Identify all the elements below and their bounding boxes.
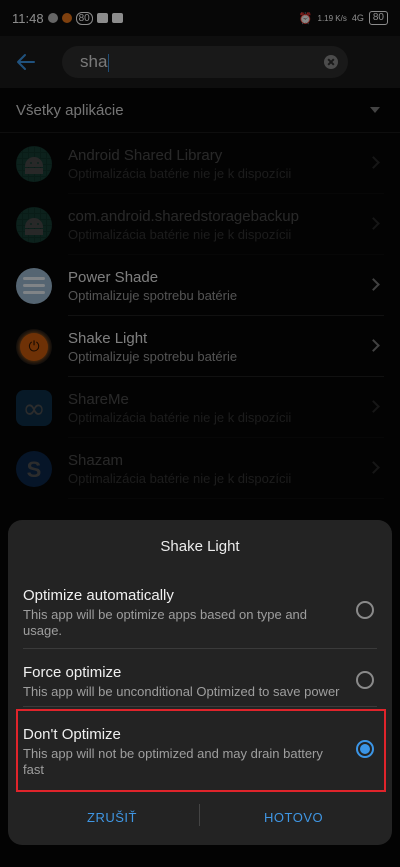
button-divider xyxy=(199,804,200,826)
battery-optimization-dialog: Shake Light Optimize automatically This … xyxy=(8,520,392,845)
option-description: This app will not be optimized and may d… xyxy=(23,746,323,777)
divider xyxy=(23,706,377,707)
cancel-button[interactable]: ZRUŠIŤ xyxy=(87,810,137,825)
divider xyxy=(23,648,377,649)
done-button[interactable]: HOTOVO xyxy=(264,810,323,825)
radio-force-optimize[interactable] xyxy=(356,671,374,689)
radio-optimize-automatically[interactable] xyxy=(356,601,374,619)
radio-dont-optimize[interactable] xyxy=(356,740,374,758)
option-force-optimize[interactable]: Force optimize This app will be uncondit… xyxy=(8,663,392,700)
option-description: This app will be unconditional Optimized… xyxy=(23,684,340,699)
option-dont-optimize[interactable]: Don't Optimize This app will not be opti… xyxy=(8,725,392,778)
dialog-title: Shake Light xyxy=(160,538,240,555)
option-optimize-automatically[interactable]: Optimize automatically This app will be … xyxy=(8,586,392,639)
option-title: Optimize automatically xyxy=(23,587,174,604)
option-title: Don't Optimize xyxy=(23,726,121,743)
option-description: This app will be optimize apps based on … xyxy=(23,607,308,638)
option-title: Force optimize xyxy=(23,664,122,681)
